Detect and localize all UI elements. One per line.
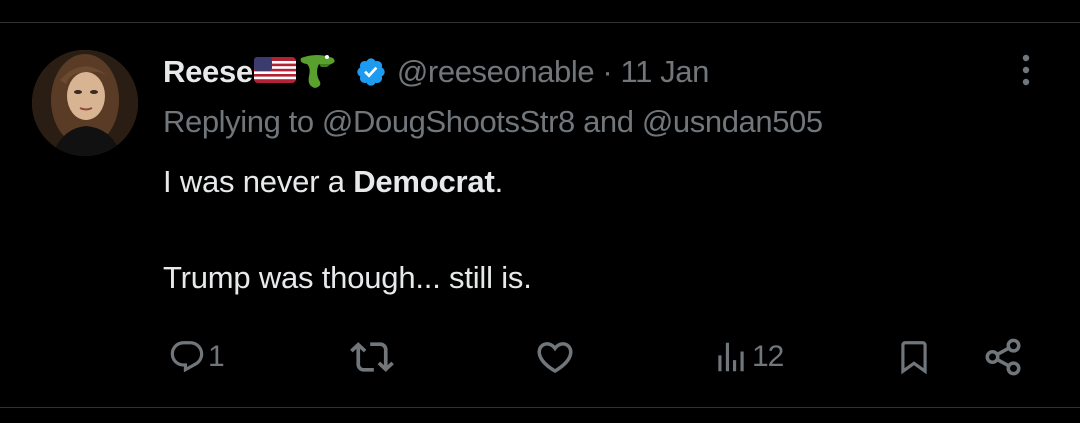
tweet-text-suffix: .: [494, 164, 504, 199]
like-icon: [537, 342, 573, 374]
reply-mention-1[interactable]: @DougShootsStr8: [322, 104, 575, 139]
us-flag-emoji: [253, 55, 296, 90]
replying-prefix: Replying to: [163, 104, 314, 139]
author-handle[interactable]: @reeseonable: [397, 54, 595, 89]
like-button[interactable]: [534, 333, 578, 381]
bottom-divider: [0, 407, 1080, 408]
views-icon: [718, 342, 744, 372]
reply-icon: [170, 341, 204, 373]
crocodile-emoji: [297, 50, 339, 95]
views-button[interactable]: 12: [712, 333, 784, 381]
retweet-icon: [350, 342, 394, 372]
tweet-text-line-2: Trump was though... still is.: [163, 260, 532, 295]
author-name[interactable]: Reese: [163, 54, 253, 90]
top-divider: [0, 22, 1080, 23]
share-button[interactable]: [982, 333, 1024, 381]
replying-to-line: Replying to @DougShootsStr8 and @usndan5…: [163, 104, 823, 140]
tweet-text-line-1: I was never a Democrat.: [163, 164, 503, 200]
verified-badge-icon[interactable]: [355, 56, 387, 88]
reply-mention-2[interactable]: @usndan505: [642, 104, 823, 139]
tweet-date[interactable]: 11 Jan: [621, 54, 710, 89]
bookmark-icon: [901, 341, 927, 375]
tweet-text-prefix: I was never a: [163, 164, 354, 199]
handle-and-date: @reeseonable · 11 Jan: [397, 54, 709, 90]
replying-joiner: and: [583, 104, 634, 139]
reply-count: 1: [208, 340, 225, 373]
tweet-header: Reese @reeseonable · 11 Jan: [163, 50, 709, 94]
more-options-icon[interactable]: [1019, 52, 1033, 88]
bookmark-button[interactable]: [895, 333, 933, 381]
views-count: 12: [752, 340, 784, 373]
reply-button[interactable]: 1: [168, 333, 225, 381]
retweet-button[interactable]: [350, 333, 396, 381]
separator-dot: ·: [602, 54, 613, 89]
tweet-text-bold: Democrat: [353, 164, 495, 199]
share-icon: [985, 338, 1021, 376]
avatar[interactable]: [32, 50, 138, 156]
